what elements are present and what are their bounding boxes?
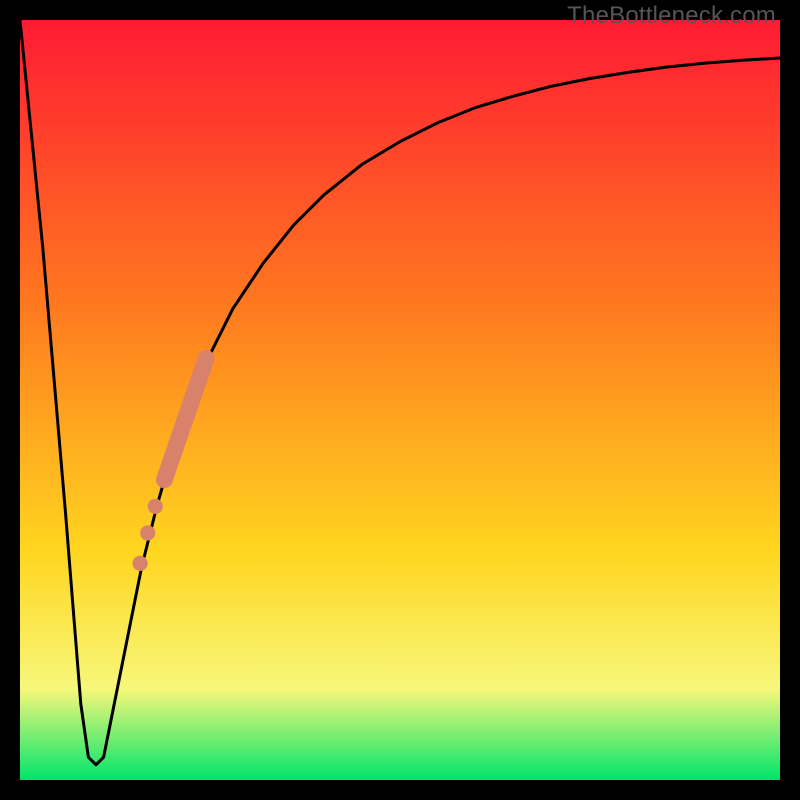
chart-frame bbox=[20, 20, 780, 780]
marker-dot bbox=[148, 499, 163, 514]
gradient-background bbox=[20, 20, 780, 780]
watermark-text: TheBottleneck.com bbox=[567, 2, 776, 30]
chart-plot bbox=[20, 20, 780, 780]
marker-dot bbox=[140, 525, 155, 540]
marker-dot bbox=[132, 556, 147, 571]
